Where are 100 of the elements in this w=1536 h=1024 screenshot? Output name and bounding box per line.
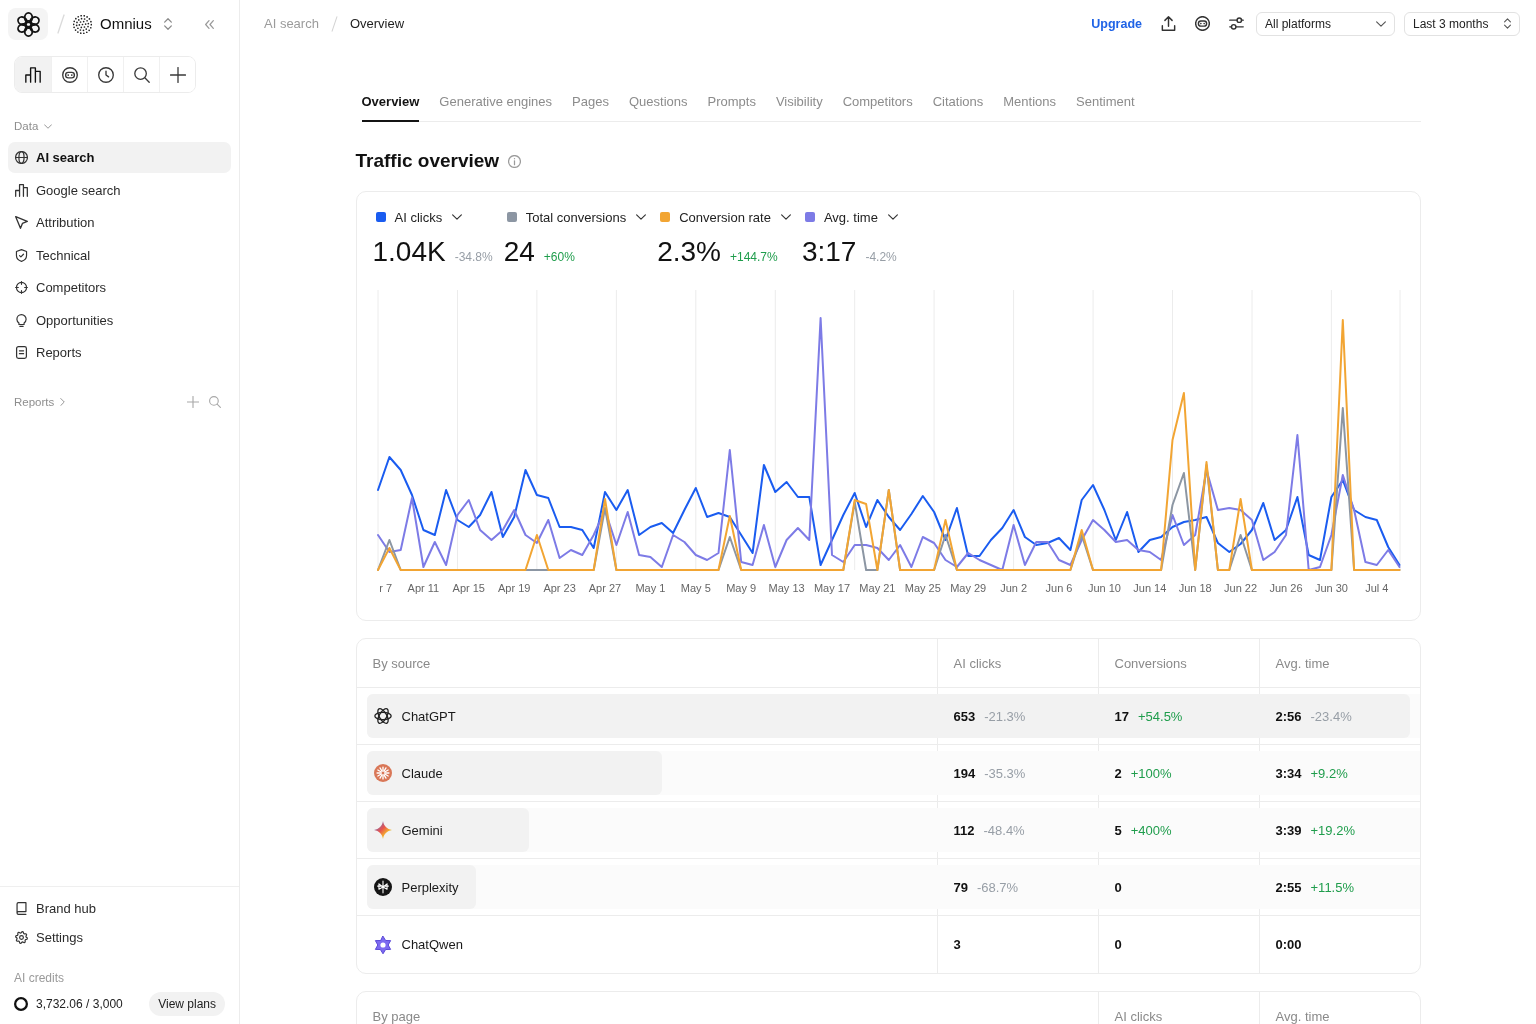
axis-label: Apr 23 [542,582,576,594]
change-percent: +54.5% [1137,708,1183,724]
chevron-down-icon [44,123,53,129]
cell-value: 3:39 [1275,822,1302,838]
column-header: AI clicks [1097,992,1259,1024]
axis-label: May 1 [634,582,665,594]
cell-value: 112 [953,822,975,838]
upgrade-link[interactable]: Upgrade [1091,16,1142,31]
toolbar-button[interactable] [15,57,51,92]
tab[interactable]: Pages [572,90,609,122]
change-percent: -23.4% [1310,708,1352,724]
upload-icon[interactable] [1161,16,1176,31]
axis-label: Apr 15 [452,582,485,594]
cell-value: 0:00 [1275,937,1302,952]
nav-item[interactable]: Technical [8,239,231,271]
nav-item[interactable]: Competitors [8,272,231,303]
nav-item[interactable]: AI search [8,142,231,173]
section-title: Traffic overview [355,149,500,173]
tab[interactable]: Mentions [1003,90,1057,122]
clock-icon [97,66,114,83]
cell-value: 17 [1114,708,1129,724]
axis-label: Jun 26 [1269,582,1302,594]
tab[interactable]: Prompts [707,90,756,122]
nav-item[interactable]: Attribution [8,207,231,238]
column-header: Conversions [1097,639,1259,687]
globe-icon [15,151,28,164]
axis-label: Apr 11 [407,582,439,594]
axis-label: May 17 [813,582,850,594]
nav-item[interactable]: Opportunities [8,304,231,336]
change-percent: -4.2% [865,250,897,264]
axis-label: Jun 10 [1087,582,1121,594]
cell-value: 2:56 [1275,708,1302,724]
metric-value: 3:17 [801,236,857,268]
tab[interactable]: Overview [361,90,420,122]
change-percent: +19.2% [1310,822,1355,838]
axis-label: Jul 4 [1364,582,1388,594]
bar-chart-icon [15,183,28,197]
change-percent: -48.4% [983,822,1025,838]
axis-label: Jun 14 [1132,582,1166,594]
chevron-down-icon [452,214,463,220]
star-icon [373,935,392,954]
metric-dropdown[interactable]: Conversion rate [657,207,791,227]
bot-face-icon[interactable] [1195,16,1210,31]
workspace-switcher[interactable]: Omnius [100,14,172,34]
cell-value: 2:55 [1275,879,1302,895]
info-icon[interactable] [508,154,522,168]
column-header: By source [371,654,432,673]
source-name: Gemini [401,822,443,838]
axis-label: Apr 27 [588,582,621,594]
metric-value: 1.04K [372,236,446,268]
atom-icon [373,707,392,725]
change-percent: +400% [1130,822,1172,838]
axis-label: May 29 [949,582,986,594]
change-percent: +11.5% [1310,879,1355,895]
source-name: ChatQwen [401,937,463,952]
tab[interactable]: Competitors [842,90,913,122]
shield-check-icon [15,248,28,262]
metric-value: 2.3% [657,236,721,268]
platform-select[interactable]: All platforms [1256,11,1395,36]
dotted-circle-icon [73,14,92,34]
chevron-down-icon [780,214,791,220]
starburst-icon [373,764,392,782]
cell-value: 653 [953,708,976,724]
tab[interactable]: Citations [932,90,984,122]
metric-value: 24 [503,236,535,268]
slash-icon [330,15,338,32]
axis-label: May 25 [904,582,941,594]
column-header: Avg. time [1258,992,1420,1024]
metric-dropdown[interactable]: AI clicks [372,207,493,227]
nav-item[interactable]: Settings [8,923,231,952]
breadcrumb-current: Overview [349,16,405,31]
nav-item[interactable]: Reports [8,337,231,368]
tab[interactable]: Visibility [775,90,823,122]
crosshair-icon [15,281,28,294]
cell-value: 0 [1114,937,1122,952]
view-plans-button[interactable]: View plans [149,992,225,1016]
change-percent: -68.7% [976,879,1019,895]
sparkle-icon [373,821,392,839]
sliders-icon[interactable] [1229,16,1244,31]
credits-value: 3,732.06 / 3,000 [36,997,123,1011]
cell-value: 194 [953,765,976,781]
change-percent: -34.8% [454,250,493,264]
column-header: By page [371,1007,422,1024]
metric-dropdown[interactable]: Total conversions [503,207,647,227]
change-percent: +144.7% [730,250,778,264]
nav-item[interactable]: Google search [8,174,231,206]
change-percent: -35.3% [984,765,1026,781]
change-percent: +60% [543,250,575,264]
search-icon [133,66,150,83]
collapse-icon[interactable] [205,19,214,29]
document-icon [15,346,28,359]
chevron-right-icon [60,398,66,406]
date-range-select[interactable]: Last 3 months [1404,11,1520,36]
metric-dropdown[interactable]: Avg. time [801,207,898,227]
flower-logo-icon [8,8,48,40]
plus-icon [169,66,186,83]
axis-label: May 9 [725,582,756,594]
nav-item[interactable]: Brand hub [8,894,231,923]
tab[interactable]: Generative engines [439,90,553,122]
chevron-down-icon [1376,20,1386,27]
